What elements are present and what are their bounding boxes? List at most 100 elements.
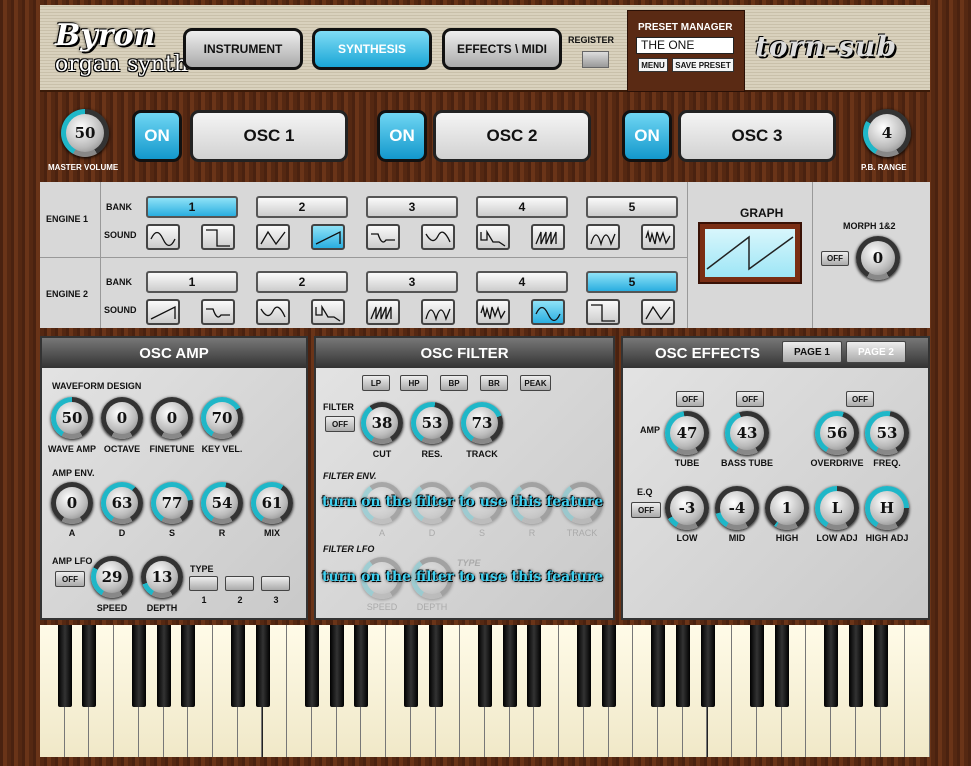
- black-key[interactable]: [82, 625, 97, 707]
- engine1-sound-10[interactable]: [641, 224, 675, 250]
- morph-off-button[interactable]: OFF: [821, 251, 849, 266]
- black-key[interactable]: [700, 625, 715, 707]
- black-key[interactable]: [57, 625, 72, 707]
- osc3-on-button[interactable]: ON: [622, 110, 672, 162]
- bass-tube-off-button[interactable]: OFF: [736, 391, 764, 407]
- amp-env-knob[interactable]: 77: [151, 482, 193, 524]
- black-key[interactable]: [329, 625, 344, 707]
- filter-knob[interactable]: 53: [411, 402, 453, 444]
- engine1-sound-1[interactable]: [146, 224, 180, 250]
- filter-off-button[interactable]: OFF: [325, 416, 355, 432]
- engine1-sound-8[interactable]: [531, 224, 565, 250]
- engine2-bank-2[interactable]: 2: [256, 271, 348, 293]
- filter-type-lp-button[interactable]: LP: [362, 375, 390, 391]
- engine2-sound-8[interactable]: [531, 299, 565, 325]
- eq-knob[interactable]: L: [815, 486, 859, 530]
- black-key[interactable]: [131, 625, 146, 707]
- eq-knob[interactable]: H: [865, 486, 909, 530]
- waveform-knob[interactable]: 0: [151, 397, 193, 439]
- register-button[interactable]: [582, 51, 609, 68]
- osc2-tab[interactable]: OSC 2: [433, 110, 591, 162]
- engine2-sound-10[interactable]: [641, 299, 675, 325]
- lfo-type-2-button[interactable]: [225, 576, 254, 591]
- waveform-knob[interactable]: 70: [201, 397, 243, 439]
- black-key[interactable]: [848, 625, 863, 707]
- amp-lfo-knob[interactable]: 13: [141, 556, 183, 598]
- overdrive-off-button[interactable]: OFF: [846, 391, 874, 407]
- white-key[interactable]: [905, 625, 930, 757]
- amp-effect-knob[interactable]: 53: [865, 411, 909, 455]
- amp-env-knob[interactable]: 0: [51, 482, 93, 524]
- osc3-tab[interactable]: OSC 3: [678, 110, 836, 162]
- engine1-sound-2[interactable]: [201, 224, 235, 250]
- amp-env-knob[interactable]: 63: [101, 482, 143, 524]
- amp-env-knob[interactable]: 61: [251, 482, 293, 524]
- engine2-sound-1[interactable]: [146, 299, 180, 325]
- engine2-sound-2[interactable]: [201, 299, 235, 325]
- tab-effects-midi[interactable]: EFFECTS \ MIDI: [442, 28, 562, 70]
- waveform-knob[interactable]: 50: [51, 397, 93, 439]
- lfo-type-1-button[interactable]: [189, 576, 218, 591]
- engine1-bank-3[interactable]: 3: [366, 196, 458, 218]
- lfo-type-3-button[interactable]: [261, 576, 290, 591]
- black-key[interactable]: [774, 625, 789, 707]
- eq-knob[interactable]: -3: [665, 486, 709, 530]
- black-key[interactable]: [502, 625, 517, 707]
- osc1-on-button[interactable]: ON: [132, 110, 182, 162]
- black-key[interactable]: [651, 625, 666, 707]
- tab-synthesis[interactable]: SYNTHESIS: [312, 28, 432, 70]
- master-volume-knob[interactable]: 50: [61, 109, 109, 157]
- black-key[interactable]: [749, 625, 764, 707]
- black-key[interactable]: [824, 625, 839, 707]
- black-key[interactable]: [156, 625, 171, 707]
- eq-off-button[interactable]: OFF: [631, 502, 661, 518]
- preset-menu-button[interactable]: MENU: [638, 58, 668, 72]
- amp-lfo-knob[interactable]: 29: [91, 556, 133, 598]
- black-key[interactable]: [304, 625, 319, 707]
- engine1-sound-9[interactable]: [586, 224, 620, 250]
- tube-off-button[interactable]: OFF: [676, 391, 704, 407]
- morph-knob[interactable]: 0: [856, 236, 900, 280]
- engine2-bank-1[interactable]: 1: [146, 271, 238, 293]
- engine1-sound-6[interactable]: [421, 224, 455, 250]
- amp-env-knob[interactable]: 54: [201, 482, 243, 524]
- amp-lfo-off-button[interactable]: OFF: [55, 571, 85, 587]
- effects-page-1-tab[interactable]: PAGE 1: [782, 341, 842, 363]
- engine2-sound-9[interactable]: [586, 299, 620, 325]
- engine2-bank-5[interactable]: 5: [586, 271, 678, 293]
- engine2-sound-3[interactable]: [256, 299, 290, 325]
- osc2-on-button[interactable]: ON: [377, 110, 427, 162]
- black-key[interactable]: [181, 625, 196, 707]
- engine1-bank-5[interactable]: 5: [586, 196, 678, 218]
- engine1-sound-7[interactable]: [476, 224, 510, 250]
- engine2-sound-4[interactable]: [311, 299, 345, 325]
- engine1-sound-4[interactable]: [311, 224, 345, 250]
- engine2-bank-3[interactable]: 3: [366, 271, 458, 293]
- amp-effect-knob[interactable]: 47: [665, 411, 709, 455]
- black-key[interactable]: [478, 625, 492, 707]
- filter-type-br-button[interactable]: BR: [480, 375, 508, 391]
- engine2-sound-7[interactable]: [476, 299, 510, 325]
- black-key[interactable]: [576, 625, 591, 707]
- amp-effect-knob[interactable]: 43: [725, 411, 769, 455]
- black-key[interactable]: [675, 625, 690, 707]
- preset-name-input[interactable]: THE ONE: [636, 37, 734, 54]
- waveform-knob[interactable]: 0: [101, 397, 143, 439]
- engine2-bank-4[interactable]: 4: [476, 271, 568, 293]
- black-key[interactable]: [354, 625, 369, 707]
- black-key[interactable]: [601, 625, 616, 707]
- black-key[interactable]: [255, 625, 270, 707]
- pb-range-knob[interactable]: 4: [863, 109, 911, 157]
- engine1-sound-3[interactable]: [256, 224, 290, 250]
- engine1-bank-4[interactable]: 4: [476, 196, 568, 218]
- engine1-bank-1[interactable]: 1: [146, 196, 238, 218]
- filter-knob[interactable]: 73: [461, 402, 503, 444]
- engine2-sound-6[interactable]: [421, 299, 455, 325]
- black-key[interactable]: [230, 625, 245, 707]
- black-key[interactable]: [873, 625, 888, 707]
- piano-keyboard[interactable]: [40, 625, 930, 757]
- engine1-bank-2[interactable]: 2: [256, 196, 348, 218]
- engine2-sound-5[interactable]: [366, 299, 400, 325]
- black-key[interactable]: [428, 625, 443, 707]
- effects-page-2-tab[interactable]: PAGE 2: [846, 341, 906, 363]
